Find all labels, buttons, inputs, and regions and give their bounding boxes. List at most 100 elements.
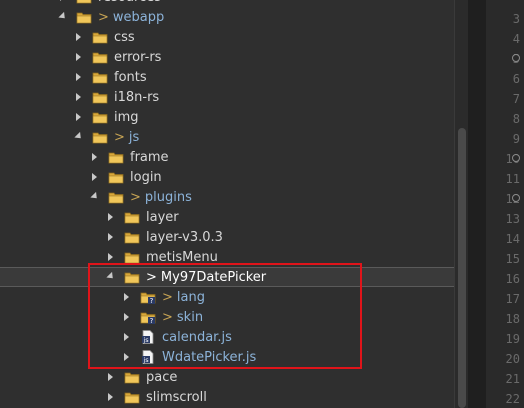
collapsed-arrow-icon[interactable] [74,72,84,82]
collapsed-arrow-icon[interactable] [74,52,84,62]
expanded-arrow-icon[interactable] [58,12,68,22]
tree-item-label: layer-v3.0.3 [146,229,223,245]
tree-item-label: lang [176,289,205,305]
tree-item[interactable]: layer-v3.0.3 [0,227,454,247]
line-number: 13 [505,212,520,226]
tree-item[interactable]: frame [0,147,454,167]
collapsed-arrow-icon[interactable] [74,92,84,102]
tree-item[interactable]: > js [0,127,454,147]
folder-icon [92,30,108,44]
folder-icon [92,70,108,84]
collapsed-arrow-icon[interactable] [122,292,132,302]
tree-item-label: error-rs [114,49,162,65]
tree-item[interactable]: js calendar.js [0,327,454,347]
tree-item[interactable]: > webapp [0,7,454,27]
folder-icon [124,390,140,404]
line-number: 4 [512,32,520,46]
fold-marker-icon[interactable] [512,154,520,162]
folder-question-icon: ? [140,290,156,304]
folder-icon [108,170,124,184]
folder-icon [92,50,108,64]
line-number: 14 [505,232,520,246]
collapsed-arrow-icon[interactable] [106,252,116,262]
folder-icon [124,230,140,244]
expanded-arrow-icon[interactable] [106,272,116,282]
line-number: 15 [505,252,520,266]
folder-icon [124,250,140,264]
tree-item-label: frame [130,149,169,165]
tree-item-label: skin [176,309,204,325]
tree-item[interactable]: metisMenu [0,247,454,267]
tree-scrollbar[interactable] [454,0,469,408]
editor-line-gutter: 34567891011121314151617181920212223 [486,0,524,408]
panel-divider[interactable] [468,0,486,408]
tree-item[interactable]: i18n-rs [0,87,454,107]
tree-item[interactable]: pace [0,367,454,387]
collapsed-arrow-icon[interactable] [74,32,84,42]
collapsed-arrow-icon[interactable] [58,0,68,2]
tree-item[interactable]: layer [0,207,454,227]
tree-item[interactable]: css [0,27,454,47]
outgoing-change-marker: > [146,269,157,285]
line-number: 7 [512,92,520,106]
outgoing-change-marker: > [98,9,109,25]
collapsed-arrow-icon[interactable] [106,372,116,382]
folder-icon [124,370,140,384]
tree-item[interactable]: ? > lang [0,287,454,307]
outgoing-change-marker: > [162,309,173,325]
collapsed-arrow-icon[interactable] [122,332,132,342]
collapsed-arrow-icon[interactable] [90,172,100,182]
expanded-arrow-icon[interactable] [74,132,84,142]
collapsed-arrow-icon[interactable] [90,152,100,162]
collapsed-arrow-icon[interactable] [106,212,116,222]
tree-item[interactable]: resources [0,0,454,7]
folder-icon [124,270,140,284]
line-number: 16 [505,272,520,286]
folder-icon [92,90,108,104]
folder-icon [76,10,92,24]
tree-item-label: pace [146,369,178,385]
line-number: 6 [512,72,520,86]
line-number: 21 [505,372,520,386]
tree-item-label: slimscroll [146,389,207,405]
svg-text:?: ? [150,317,154,324]
tree-item-label: css [114,29,135,45]
tree-item[interactable]: slimscroll [0,387,454,407]
tree-item-label: img [114,109,139,125]
line-number: 19 [505,332,520,346]
tree-item[interactable]: img [0,107,454,127]
line-number: 18 [505,312,520,326]
folder-icon [108,190,124,204]
line-number: 11 [505,172,520,186]
folder-icon [92,130,108,144]
fold-marker-icon[interactable] [512,194,520,202]
tree-item[interactable]: > My97DatePicker [0,267,454,287]
tree-item[interactable]: > plugins [0,187,454,207]
expanded-arrow-icon[interactable] [90,192,100,202]
tree-item-label: i18n-rs [114,89,160,105]
line-number: 20 [505,352,520,366]
tree-item[interactable]: ? > skin [0,307,454,327]
tree-item[interactable]: fonts [0,67,454,87]
tree-scrollbar-thumb[interactable] [458,128,466,408]
svg-text:?: ? [150,297,154,304]
tree-item-label: layer [146,209,179,225]
collapsed-arrow-icon[interactable] [74,112,84,122]
collapsed-arrow-icon[interactable] [122,312,132,322]
tree-item[interactable]: js WdatePicker.js [0,347,454,367]
line-number: 22 [505,392,520,406]
tree-item-label: fonts [114,69,147,85]
js-file-icon: js [140,330,156,344]
collapsed-arrow-icon[interactable] [106,232,116,242]
tree-item[interactable]: login [0,167,454,187]
line-number: 17 [505,292,520,306]
tree-item-label: calendar.js [162,329,232,345]
line-number: 8 [512,112,520,126]
fold-marker-icon[interactable] [512,54,520,62]
line-number: 3 [512,12,520,26]
tree-item[interactable]: error-rs [0,47,454,67]
collapsed-arrow-icon[interactable] [106,392,116,402]
collapsed-arrow-icon[interactable] [122,352,132,362]
tree-item-label: resources [98,0,161,5]
folder-icon [124,210,140,224]
